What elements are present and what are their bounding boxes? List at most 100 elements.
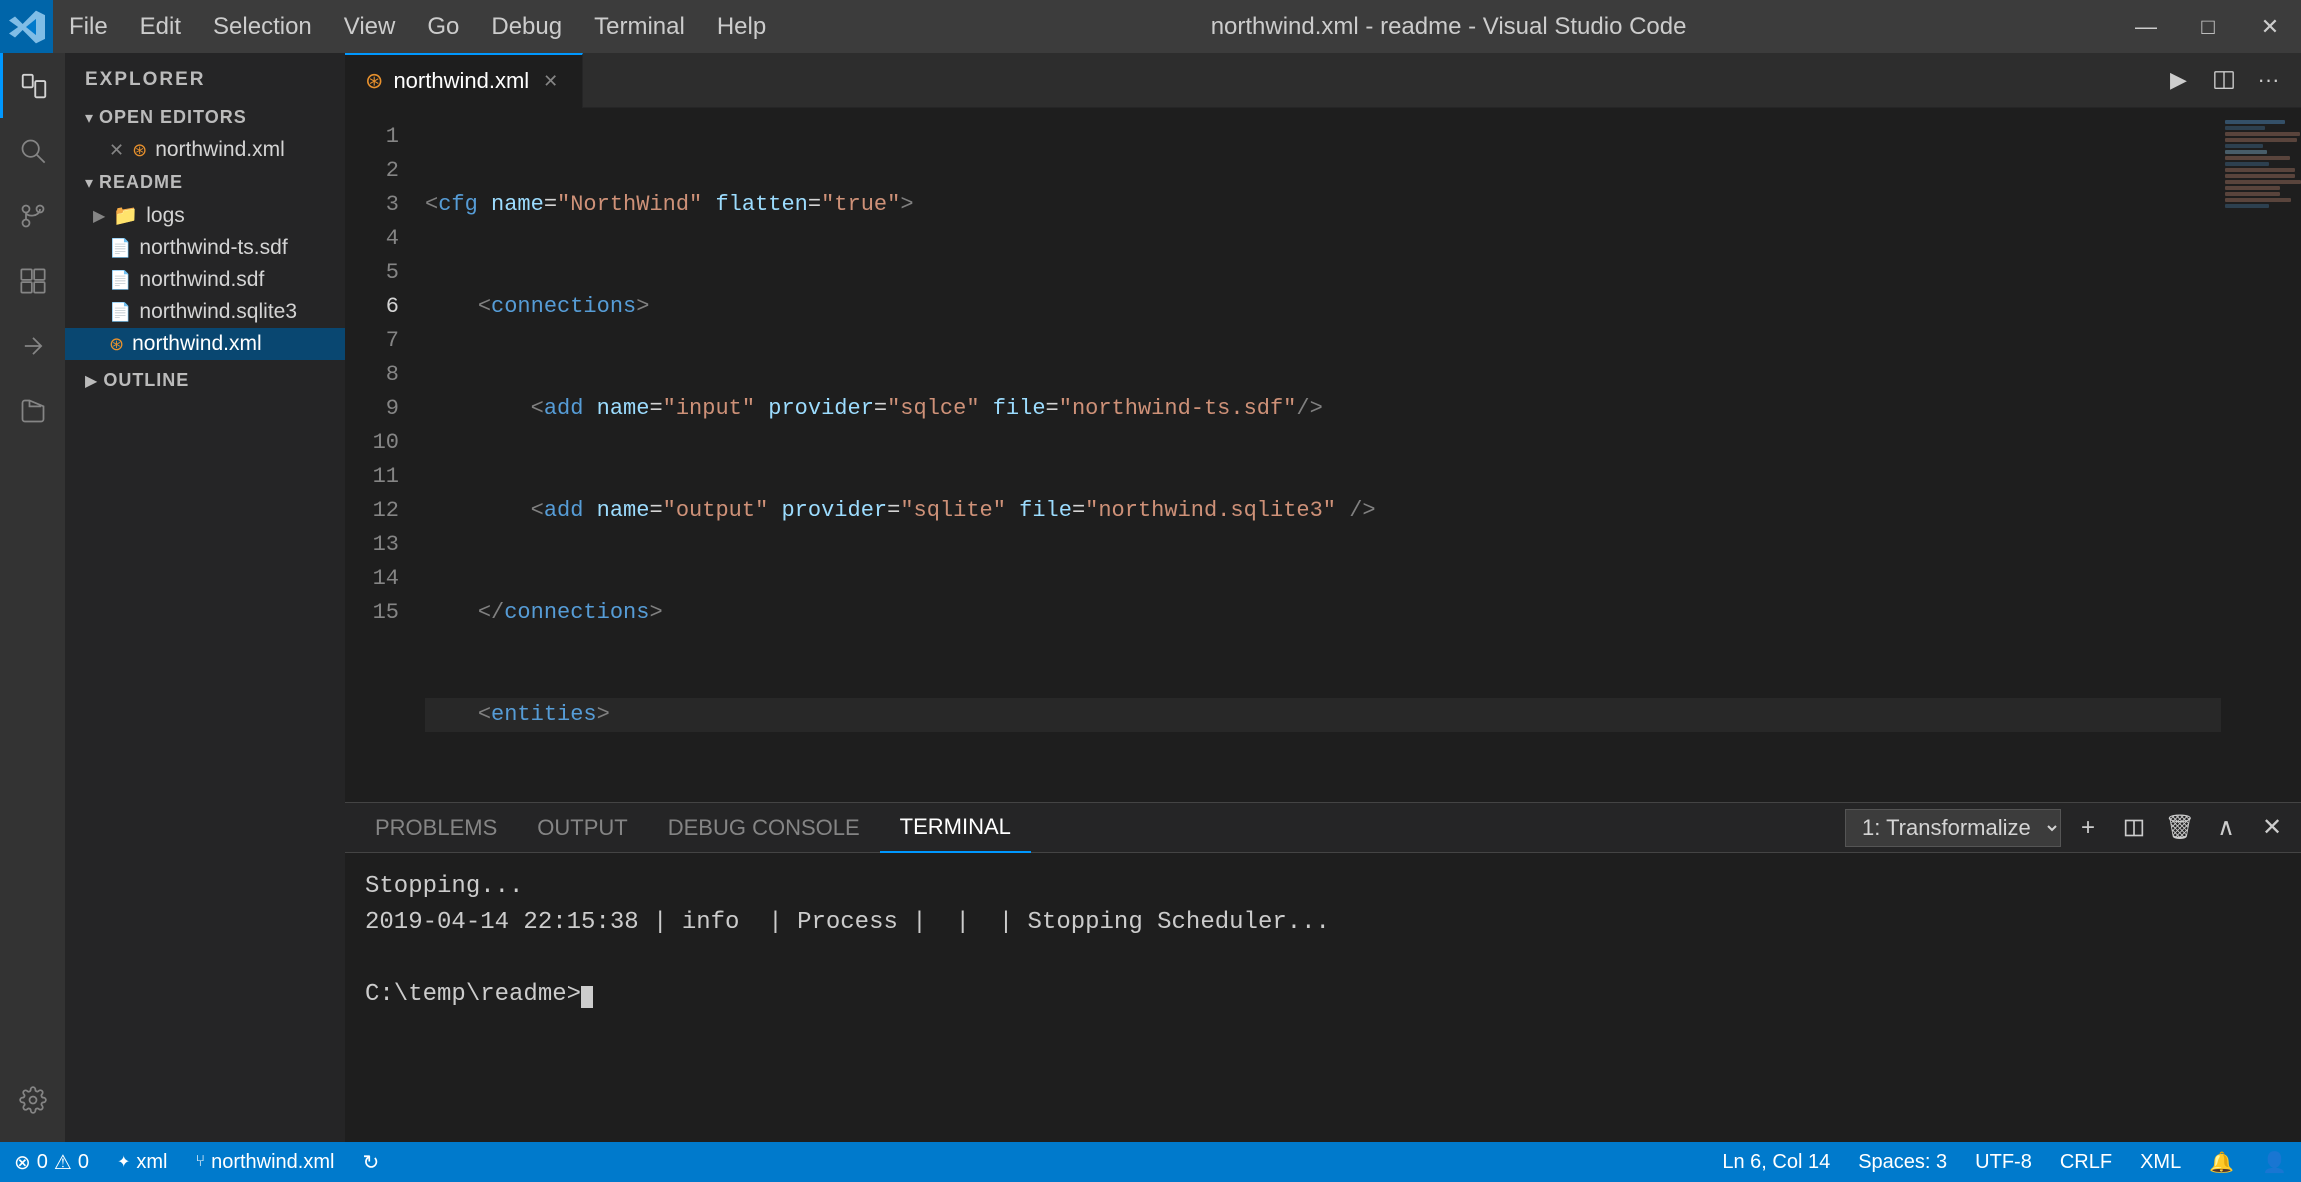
line-num-9: 9 (345, 392, 399, 426)
file-icon-sdf2: 📄 (109, 270, 131, 291)
sidebar-item-northwind-xml[interactable]: ⊛ northwind.xml (65, 328, 345, 360)
folder-arrow: ▶ (93, 206, 105, 226)
tab-output[interactable]: OUTPUT (517, 803, 647, 853)
tab-debug-console[interactable]: DEBUG CONSOLE (648, 803, 880, 853)
activity-settings[interactable] (0, 1067, 65, 1132)
spaces-text: Spaces: 3 (1858, 1151, 1947, 1174)
menu-go[interactable]: Go (411, 0, 475, 53)
tab-bar: ⊛ northwind.xml ✕ ▶ ··· (345, 53, 2301, 108)
sidebar-filename: logs (146, 204, 185, 228)
person-icon: 👤 (2262, 1150, 2287, 1175)
line-num-10: 10 (345, 426, 399, 460)
status-xml-lang[interactable]: ✦ xml (103, 1142, 182, 1182)
menu-view[interactable]: View (328, 0, 412, 53)
status-language[interactable]: XML (2126, 1142, 2195, 1182)
open-editor-filename: northwind.xml (155, 138, 285, 162)
sidebar-filename-active: northwind.xml (132, 332, 262, 356)
activity-run[interactable] (0, 313, 65, 378)
tab-northwind-xml[interactable]: ⊛ northwind.xml ✕ (345, 53, 583, 108)
editor-toolbar-right: ▶ ··· (2156, 58, 2301, 103)
line-num-7: 7 (345, 324, 399, 358)
sidebar-item-northwind-ts-sdf[interactable]: 📄 northwind-ts.sdf (65, 232, 345, 264)
sidebar-item-northwind-sdf[interactable]: 📄 northwind.sdf (65, 264, 345, 296)
close-panel-button[interactable]: ✕ (2253, 809, 2291, 847)
collapse-arrow-readme: ▾ (85, 173, 93, 193)
folder-icon: 📁 (113, 203, 138, 228)
split-editor-button[interactable] (2201, 58, 2246, 103)
more-actions-button[interactable]: ··· (2246, 58, 2291, 103)
activity-bar (0, 53, 65, 1142)
terminal-content[interactable]: Stopping... 2019-04-14 22:15:38 | info |… (345, 853, 2301, 1142)
tab-terminal[interactable]: TERMINAL (880, 803, 1031, 853)
tab-problems[interactable]: PROBLEMS (355, 803, 517, 853)
panel-right: 1: Transformalize + 🗑 ∧ ✕ (1845, 809, 2291, 847)
status-errors[interactable]: ⊗ 0 ⚠ 0 (0, 1142, 103, 1182)
activity-explorer[interactable] (0, 53, 65, 118)
new-terminal-button[interactable]: + (2069, 809, 2107, 847)
title-bar: File Edit Selection View Go Debug Termin… (0, 0, 2301, 53)
line-num-1: 1 (345, 120, 399, 154)
status-spaces[interactable]: Spaces: 3 (1844, 1142, 1961, 1182)
xml-lang-label: xml (136, 1151, 167, 1174)
branch-icon: ⑂ (195, 1153, 205, 1171)
close-button[interactable]: ✕ (2239, 0, 2301, 53)
menu-edit[interactable]: Edit (124, 0, 197, 53)
activity-search[interactable] (0, 118, 65, 183)
menu-file[interactable]: File (53, 0, 124, 53)
encoding-text: UTF-8 (1975, 1151, 2032, 1174)
error-icon: ⊗ (14, 1150, 31, 1175)
minimap-content (2221, 108, 2301, 222)
line-num-14: 14 (345, 562, 399, 596)
collapse-arrow-open-editors: ▾ (85, 108, 93, 128)
maximize-panel-button[interactable]: ∧ (2207, 809, 2245, 847)
open-editor-northwind-xml[interactable]: ✕ ⊛ northwind.xml (65, 134, 345, 166)
status-notifications[interactable]: 🔔 (2195, 1142, 2248, 1182)
line-num-6: 6 (345, 290, 399, 324)
menu-debug[interactable]: Debug (475, 0, 578, 53)
status-branch[interactable]: ⑂ northwind.xml (181, 1142, 348, 1182)
readme-section[interactable]: ▾ README (65, 166, 345, 199)
title-bar-controls: — □ ✕ (2115, 0, 2301, 53)
activity-extensions[interactable] (0, 248, 65, 313)
explorer-title: Explorer (65, 53, 345, 101)
terminal-select[interactable]: 1: Transformalize (1845, 809, 2061, 847)
code-line-1: <cfg name="NorthWind" flatten="true"> (425, 188, 2221, 222)
position-text: Ln 6, Col 14 (1722, 1151, 1830, 1174)
terminal-line-2: 2019-04-14 22:15:38 | info | Process | |… (365, 905, 2281, 941)
sidebar-item-northwind-sqlite3[interactable]: 📄 northwind.sqlite3 (65, 296, 345, 328)
line-num-2: 2 (345, 154, 399, 188)
status-position[interactable]: Ln 6, Col 14 (1708, 1142, 1844, 1182)
split-terminal-button[interactable] (2115, 809, 2153, 847)
warning-count: 0 (78, 1151, 89, 1174)
menu-selection[interactable]: Selection (197, 0, 328, 53)
sidebar-item-logs[interactable]: ▶ 📁 logs (65, 199, 345, 232)
terminal-prompt: C:\temp\readme> (365, 981, 581, 1008)
window-title: northwind.xml - readme - Visual Studio C… (782, 13, 2115, 41)
status-eol[interactable]: CRLF (2046, 1142, 2126, 1182)
status-user[interactable]: 👤 (2248, 1142, 2301, 1182)
tab-close-button[interactable]: ✕ (539, 69, 562, 94)
file-icon-sqlite: 📄 (109, 302, 131, 323)
minimize-button[interactable]: — (2115, 0, 2177, 53)
code-editor[interactable]: <cfg name="NorthWind" flatten="true"> <c… (415, 108, 2221, 802)
panel-tabs: PROBLEMS OUTPUT DEBUG CONSOLE TERMINAL 1… (345, 803, 2301, 853)
outline-label: OUTLINE (103, 370, 189, 391)
editor-content[interactable]: 1 2 3 4 5 6 7 8 9 10 11 12 13 14 15 (345, 108, 2301, 802)
activity-test[interactable] (0, 378, 65, 443)
status-bar: ⊗ 0 ⚠ 0 ✦ xml ⑂ northwind.xml ↻ Ln 6, Co… (0, 1142, 2301, 1182)
vscode-logo (0, 0, 53, 53)
delete-terminal-button[interactable]: 🗑 (2161, 809, 2199, 847)
run-button[interactable]: ▶ (2156, 58, 2201, 103)
outline-section[interactable]: ▶ OUTLINE (65, 364, 345, 397)
code-line-2: <connections> (425, 290, 2221, 324)
menu-help[interactable]: Help (701, 0, 782, 53)
menu-terminal[interactable]: Terminal (578, 0, 701, 53)
sync-icon: ↻ (362, 1150, 379, 1175)
status-encoding[interactable]: UTF-8 (1961, 1142, 2046, 1182)
maximize-button[interactable]: □ (2177, 0, 2239, 53)
activity-source-control[interactable] (0, 183, 65, 248)
open-editors-section[interactable]: ▾ OPEN EDITORS (65, 101, 345, 134)
status-sync[interactable]: ↻ (348, 1142, 393, 1182)
collapse-arrow-outline: ▶ (85, 371, 97, 391)
file-close-icon[interactable]: ✕ (109, 140, 124, 161)
